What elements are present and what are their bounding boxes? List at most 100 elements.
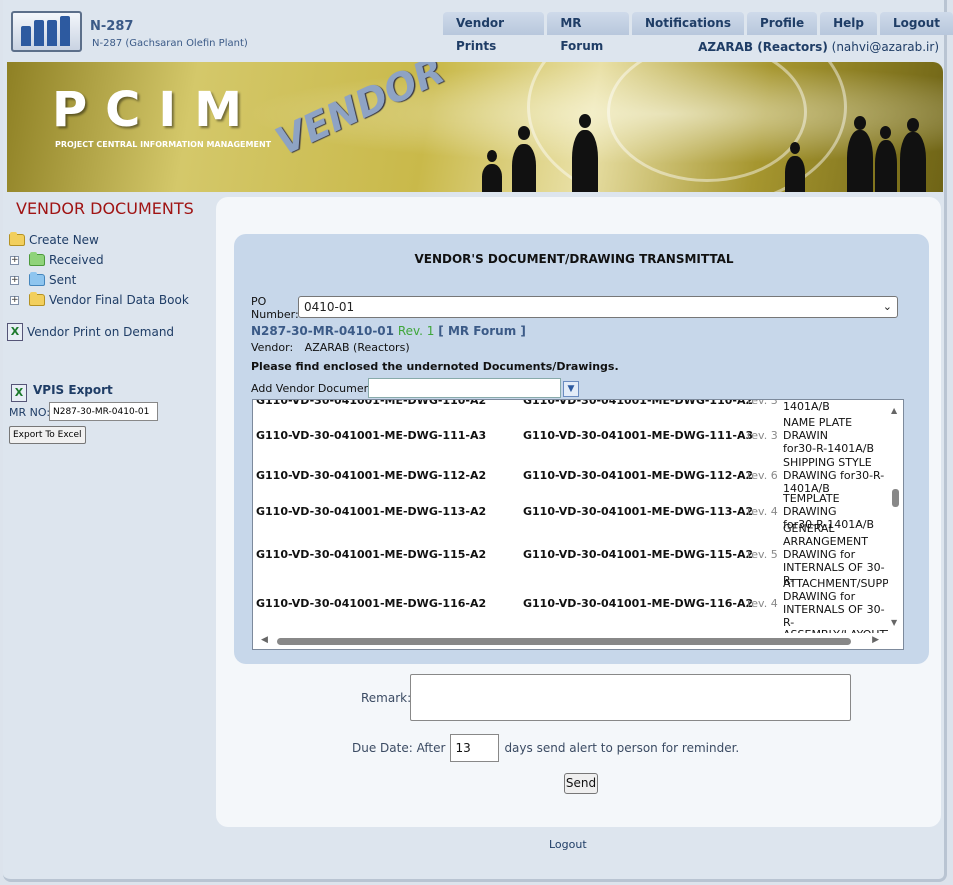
horizontal-scrollbar[interactable]: ◀ ▶ <box>253 633 903 649</box>
enclosed-text: Please find enclosed the undernoted Docu… <box>251 360 619 373</box>
nav-help[interactable]: Help <box>820 12 877 35</box>
excel-icon: X <box>11 384 27 402</box>
document-title: NAME PLATE DRAWIN for30-R-1401A/B <box>783 415 875 455</box>
add-vendor-document-label: Add Vendor Document: <box>251 382 379 395</box>
user-name: AZARAB (Reactors) <box>698 40 828 54</box>
document-number: G110-VD-30-041001-ME-DWG-112-A2 <box>256 468 487 482</box>
footer-logout-link[interactable]: Logout <box>549 838 587 851</box>
after-label: After <box>416 741 446 755</box>
document-row[interactable]: G110-VD-30-041001-ME-DWG-116-A2 G110-VD-3… <box>253 577 888 629</box>
document-revision: rev. 3 <box>747 428 778 442</box>
vendor-label: Vendor: <box>251 341 294 354</box>
expand-icon[interactable]: + <box>10 295 19 305</box>
nav-notifications[interactable]: Notifications <box>631 12 744 35</box>
mr-line: N287-30-MR-0410-01 Rev. 1 [ MR Forum ] <box>251 324 526 338</box>
vpis-export-title: VPIS Export <box>33 383 113 397</box>
yellow-folder-icon <box>29 292 45 306</box>
user-info: AZARAB (Reactors) (nahvi@azarab.ir) <box>698 40 939 54</box>
expand-icon[interactable]: + <box>10 255 19 265</box>
mr-no-input[interactable] <box>49 402 158 421</box>
project-name: N-287 (Gachsaran Olefin Plant) <box>92 38 248 49</box>
top-nav: Vendor Prints MR Forum Notifications Pro… <box>443 12 953 53</box>
document-row[interactable]: G110-VD-30-041001-ME-DWG-112-A2 G110-VD-3… <box>253 454 888 496</box>
sidebar-title: VENDOR DOCUMENTS <box>16 199 194 218</box>
green-folder-icon <box>29 252 45 266</box>
remark-label: Remark: <box>361 691 412 705</box>
document-title: SHIPPING STYLE DRAWING for30-R- 1401A/B <box>783 455 885 495</box>
tree-received[interactable]: + Received <box>10 252 104 267</box>
pcim-banner: PCIM PROJECT CENTRAL INFORMATION MANAGEM… <box>7 62 943 192</box>
scroll-right-icon[interactable]: ▶ <box>872 635 879 645</box>
user-email: (nahvi@azarab.ir) <box>831 40 939 54</box>
document-number: G110-VD-30-041001-ME-DWG-110-A2 <box>256 399 487 407</box>
vendor-document-number: G110-VD-30-041001-ME-DWG-116-A2 <box>523 596 754 610</box>
form-title: VENDOR'S DOCUMENT/DRAWING TRANSMITTAL <box>414 252 734 266</box>
mr-rev: Rev. 1 <box>397 324 435 338</box>
banner-subtitle: PROJECT CENTRAL INFORMATION MANAGEMENT <box>55 140 272 149</box>
export-to-excel-button[interactable]: Export To Excel <box>9 426 86 444</box>
mr-code: N287-30-MR-0410-01 <box>251 324 394 338</box>
vendor-document-number: G110-VD-30-041001-ME-DWG-112-A2 <box>523 468 754 482</box>
excel-icon: X <box>7 323 23 341</box>
mr-no-label: MR NO: <box>9 406 51 419</box>
scroll-down-icon[interactable]: ▼ <box>891 618 897 627</box>
nav-mr-forum[interactable]: MR Forum <box>547 12 629 53</box>
due-date-line: Due Date: After 13 days send alert to pe… <box>352 734 739 762</box>
document-revision: rev. 6 <box>747 468 778 482</box>
document-row[interactable]: G110-VD-30-041001-ME-DWG-111-A3 G110-VD-3… <box>253 415 888 455</box>
nicico-logo <box>11 11 82 52</box>
vendor-document-number: G110-VD-30-041001-ME-DWG-113-A2 <box>523 504 754 518</box>
tree-sent[interactable]: + Sent <box>10 272 77 287</box>
document-rows: G110-VD-30-041001-ME-DWG-110-A2 G110-VD-3… <box>253 399 888 644</box>
blue-folder-icon <box>29 272 45 286</box>
document-revision: rev. 4 <box>747 504 778 518</box>
vertical-scrollbar[interactable]: ▲ ▼ <box>888 400 903 635</box>
scroll-left-icon[interactable]: ◀ <box>261 635 268 645</box>
due-date-label: Due Date: <box>352 741 413 755</box>
vendor-document-number: G110-VD-30-041001-ME-DWG-110-A2 <box>523 399 754 407</box>
document-row[interactable]: G110-VD-30-041001-ME-DWG-115-A2 G110-VD-3… <box>253 522 888 587</box>
document-number: G110-VD-30-041001-ME-DWG-116-A2 <box>256 596 487 610</box>
nav-logout[interactable]: Logout <box>879 12 953 35</box>
mr-forum-link[interactable]: [ MR Forum ] <box>438 324 526 338</box>
tree-create-new[interactable]: Create New <box>9 232 99 247</box>
nav-vendor-prints[interactable]: Vendor Prints <box>443 12 545 53</box>
open-folder-icon <box>9 232 25 246</box>
banner-vendor-tag: VENDOR <box>269 62 451 164</box>
document-revision: rev. 4 <box>747 596 778 610</box>
days-input[interactable]: 13 <box>450 734 500 762</box>
expand-icon[interactable]: + <box>10 275 19 285</box>
project-code: N-287 <box>90 19 134 34</box>
document-number: G110-VD-30-041001-ME-DWG-111-A3 <box>256 428 487 442</box>
document-revision: rev. 3 <box>747 399 778 407</box>
reminder-text: days send alert to person for reminder. <box>504 741 740 755</box>
scroll-up-icon[interactable]: ▲ <box>891 406 897 415</box>
vendor-document-number: G110-VD-30-041001-ME-DWG-111-A3 <box>523 428 754 442</box>
document-row[interactable]: G110-VD-30-041001-ME-DWG-110-A2 G110-VD-3… <box>253 399 888 416</box>
chevron-down-icon: ⌄ <box>882 300 892 313</box>
scroll-thumb[interactable] <box>892 489 899 507</box>
document-list[interactable]: G110-VD-30-041001-ME-DWG-110-A2 G110-VD-3… <box>252 399 904 650</box>
remark-textarea[interactable] <box>410 674 851 721</box>
nav-profile[interactable]: Profile <box>746 12 818 35</box>
add-vendor-document-input[interactable] <box>368 378 561 398</box>
send-button[interactable]: Send <box>564 773 598 794</box>
vendor-value: AZARAB (Reactors) <box>304 341 410 354</box>
print-on-demand-link[interactable]: X Vendor Print on Demand <box>7 323 174 341</box>
banner-title: PCIM <box>52 82 261 138</box>
tree-create-new-label: Create New <box>29 233 99 247</box>
po-number-label: PO Number: <box>251 295 299 321</box>
document-title: DRAWING for30-R- 1401A/B <box>783 400 830 413</box>
vendor-line: Vendor: AZARAB (Reactors) <box>251 341 410 354</box>
document-revision: rev. 5 <box>747 547 778 561</box>
scroll-thumb-horizontal[interactable] <box>277 638 851 645</box>
document-number: G110-VD-30-041001-ME-DWG-113-A2 <box>256 504 487 518</box>
po-number-select[interactable]: 0410-01 ⌄ <box>298 296 898 318</box>
tree-final-data-book-label: Vendor Final Data Book <box>49 293 189 307</box>
dropdown-arrow-icon[interactable]: ▼ <box>563 381 579 397</box>
tree-received-label: Received <box>49 253 104 267</box>
vendor-document-number: G110-VD-30-041001-ME-DWG-115-A2 <box>523 547 754 561</box>
po-number-value: 0410-01 <box>304 300 355 314</box>
tree-sent-label: Sent <box>49 273 77 287</box>
tree-final-data-book[interactable]: + Vendor Final Data Book <box>10 292 189 307</box>
